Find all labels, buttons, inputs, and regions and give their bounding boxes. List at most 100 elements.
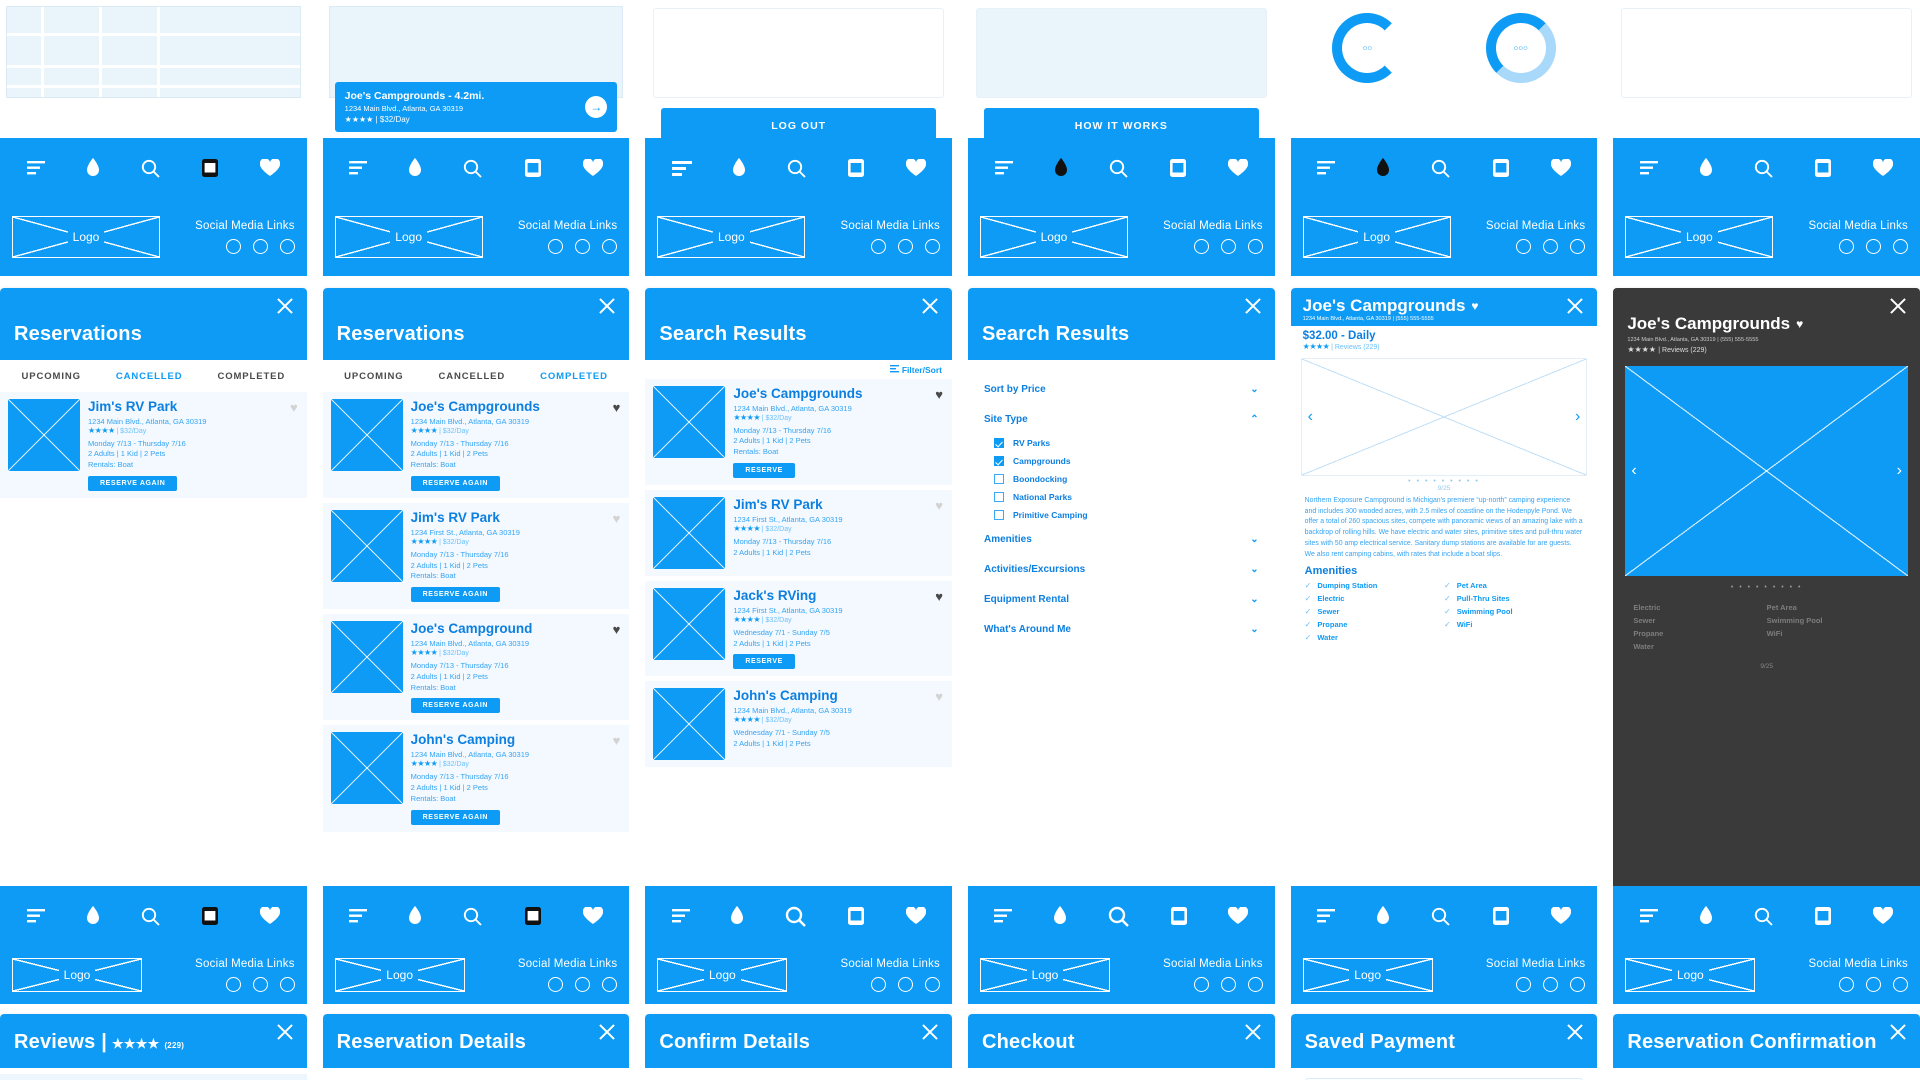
- close-icon[interactable]: [1243, 1022, 1263, 1042]
- map-canvas[interactable]: [6, 6, 301, 98]
- filter-option[interactable]: RV Parks: [984, 434, 1259, 452]
- filter-group-what-s-around-me[interactable]: What's Around Me ⌄: [984, 614, 1259, 644]
- social-icon-1[interactable]: [1516, 239, 1532, 254]
- social-icon-1[interactable]: [870, 239, 886, 254]
- flame-icon[interactable]: [1376, 906, 1390, 926]
- carousel-prev-icon[interactable]: ‹: [1308, 408, 1313, 426]
- flame-icon[interactable]: [1699, 158, 1713, 178]
- reserve-again-button[interactable]: RESERVE: [733, 463, 795, 479]
- tab-cancelled[interactable]: CANCELLED: [116, 371, 183, 382]
- calendar-icon[interactable]: [201, 158, 219, 178]
- chevron-down-icon[interactable]: ⌄: [1250, 384, 1258, 395]
- filter-option[interactable]: Primitive Camping: [984, 506, 1259, 524]
- social-icon-3[interactable]: [924, 239, 940, 254]
- heart-icon[interactable]: [1228, 159, 1249, 177]
- heart-icon[interactable]: [1228, 907, 1249, 925]
- calendar-icon[interactable]: [847, 906, 865, 926]
- hamburger-icon[interactable]: [994, 161, 1013, 175]
- list-item[interactable]: John's Camping 1234 Main Blvd., Atlanta, …: [322, 725, 630, 832]
- reserve-again-button[interactable]: RESERVE AGAIN: [410, 809, 501, 825]
- list-item[interactable]: Jack's RVing 1234 First St., Atlanta, GA …: [645, 581, 952, 677]
- hamburger-icon[interactable]: [994, 909, 1013, 923]
- flame-icon[interactable]: [408, 906, 422, 926]
- close-icon[interactable]: [1565, 1022, 1585, 1042]
- photo-carousel[interactable]: ‹ ›: [1300, 358, 1588, 476]
- hamburger-icon[interactable]: [1639, 161, 1658, 175]
- logo[interactable]: Logo: [1625, 216, 1774, 258]
- social-media-links[interactable]: Social Media Links: [1809, 958, 1908, 992]
- chevron-down-icon[interactable]: ⌄: [1250, 564, 1258, 575]
- reserve-again-button[interactable]: RESERVE AGAIN: [410, 587, 501, 603]
- logo[interactable]: Logo: [657, 958, 788, 992]
- social-icon-1[interactable]: [548, 977, 564, 992]
- filter-group-activities-excursions[interactable]: Activities/Excursions ⌄: [984, 554, 1259, 584]
- favorite-heart-icon[interactable]: ♥: [613, 512, 621, 525]
- social-icon-2[interactable]: [575, 239, 591, 254]
- logo[interactable]: Logo: [1625, 958, 1756, 992]
- hamburger-icon[interactable]: [26, 909, 45, 923]
- favorite-heart-icon[interactable]: ♥: [290, 401, 298, 414]
- social-icon-3[interactable]: [279, 239, 295, 254]
- carousel-prev-icon[interactable]: ‹: [1631, 462, 1636, 480]
- logo[interactable]: Logo: [334, 958, 465, 992]
- bottom-nav-4[interactable]: [967, 138, 1275, 198]
- favorite-heart-icon[interactable]: ♥: [1471, 299, 1478, 313]
- social-icon-3[interactable]: [1570, 977, 1586, 992]
- logo[interactable]: Logo: [979, 216, 1128, 258]
- social-icon-2[interactable]: [575, 977, 591, 992]
- social-icon-2[interactable]: [1220, 977, 1236, 992]
- reserve-again-button[interactable]: RESERVE AGAIN: [88, 476, 178, 492]
- social-icon-1[interactable]: [225, 977, 241, 992]
- list-item[interactable]: Joe's Campgrounds 1234 Main Blvd., Atlant…: [322, 392, 630, 499]
- bottom-nav-1[interactable]: [0, 138, 307, 198]
- filter-group-sort-by-price[interactable]: Sort by Price ⌄: [984, 374, 1259, 404]
- heart-icon[interactable]: [260, 159, 281, 177]
- heart-icon[interactable]: [905, 907, 926, 925]
- search-icon[interactable]: [463, 907, 483, 926]
- social-media-links[interactable]: Social Media Links: [195, 220, 295, 254]
- checkbox-icon[interactable]: [993, 492, 1004, 502]
- social-icon-2[interactable]: [1865, 239, 1881, 254]
- list-item[interactable]: Jim's RV Park 1234 First St., Atlanta, GA…: [322, 503, 630, 610]
- social-icon-3[interactable]: [1247, 977, 1263, 992]
- favorite-heart-icon[interactable]: ♥: [935, 388, 943, 401]
- bottom-nav-9[interactable]: [645, 886, 952, 946]
- calendar-icon[interactable]: [847, 158, 865, 178]
- chevron-down-icon[interactable]: ⌄: [1250, 594, 1258, 605]
- favorite-heart-icon[interactable]: ♥: [613, 401, 621, 414]
- calendar-icon[interactable]: [1814, 158, 1832, 178]
- carousel-next-icon[interactable]: ›: [1575, 408, 1580, 426]
- social-icon-3[interactable]: [279, 977, 295, 992]
- social-icon-2[interactable]: [1220, 239, 1236, 254]
- checkbox-icon[interactable]: [993, 438, 1004, 448]
- tab-completed[interactable]: COMPLETED: [217, 371, 285, 382]
- logo[interactable]: Logo: [657, 216, 806, 258]
- social-icon-2[interactable]: [1543, 977, 1559, 992]
- list-item[interactable]: Joe's Campgrounds 1234 Main Blvd., Atlant…: [645, 379, 952, 486]
- bottom-nav-8[interactable]: [322, 886, 630, 946]
- filter-group-amenities[interactable]: Amenities ⌄: [984, 524, 1259, 554]
- calendar-icon[interactable]: [524, 906, 542, 926]
- logo[interactable]: Logo: [979, 958, 1110, 992]
- favorite-heart-icon[interactable]: ♥: [613, 623, 621, 636]
- search-icon[interactable]: [1109, 159, 1128, 178]
- close-icon[interactable]: [597, 1022, 617, 1042]
- how-it-works-button[interactable]: HOW IT WORKS: [983, 108, 1259, 138]
- social-icon-2[interactable]: [252, 977, 268, 992]
- heart-icon[interactable]: [582, 159, 603, 177]
- heart-icon[interactable]: [1873, 907, 1894, 925]
- filter-option[interactable]: Campgrounds: [984, 452, 1259, 470]
- flame-icon[interactable]: [1054, 158, 1068, 178]
- search-icon[interactable]: [1754, 159, 1773, 178]
- reserve-again-button[interactable]: RESERVE: [733, 654, 795, 670]
- social-icon-3[interactable]: [602, 239, 618, 254]
- list-item[interactable]: John's Camping 1234 Main Blvd., Atlanta, …: [645, 681, 952, 768]
- tab-completed[interactable]: COMPLETED: [540, 371, 608, 382]
- bottom-nav-6[interactable]: [1613, 138, 1920, 198]
- social-icon-1[interactable]: [1516, 977, 1532, 992]
- close-icon[interactable]: [275, 296, 295, 316]
- social-icon-1[interactable]: [870, 977, 886, 992]
- close-icon[interactable]: [920, 296, 940, 316]
- calendar-icon[interactable]: [1170, 906, 1188, 926]
- calendar-icon[interactable]: [1814, 906, 1832, 926]
